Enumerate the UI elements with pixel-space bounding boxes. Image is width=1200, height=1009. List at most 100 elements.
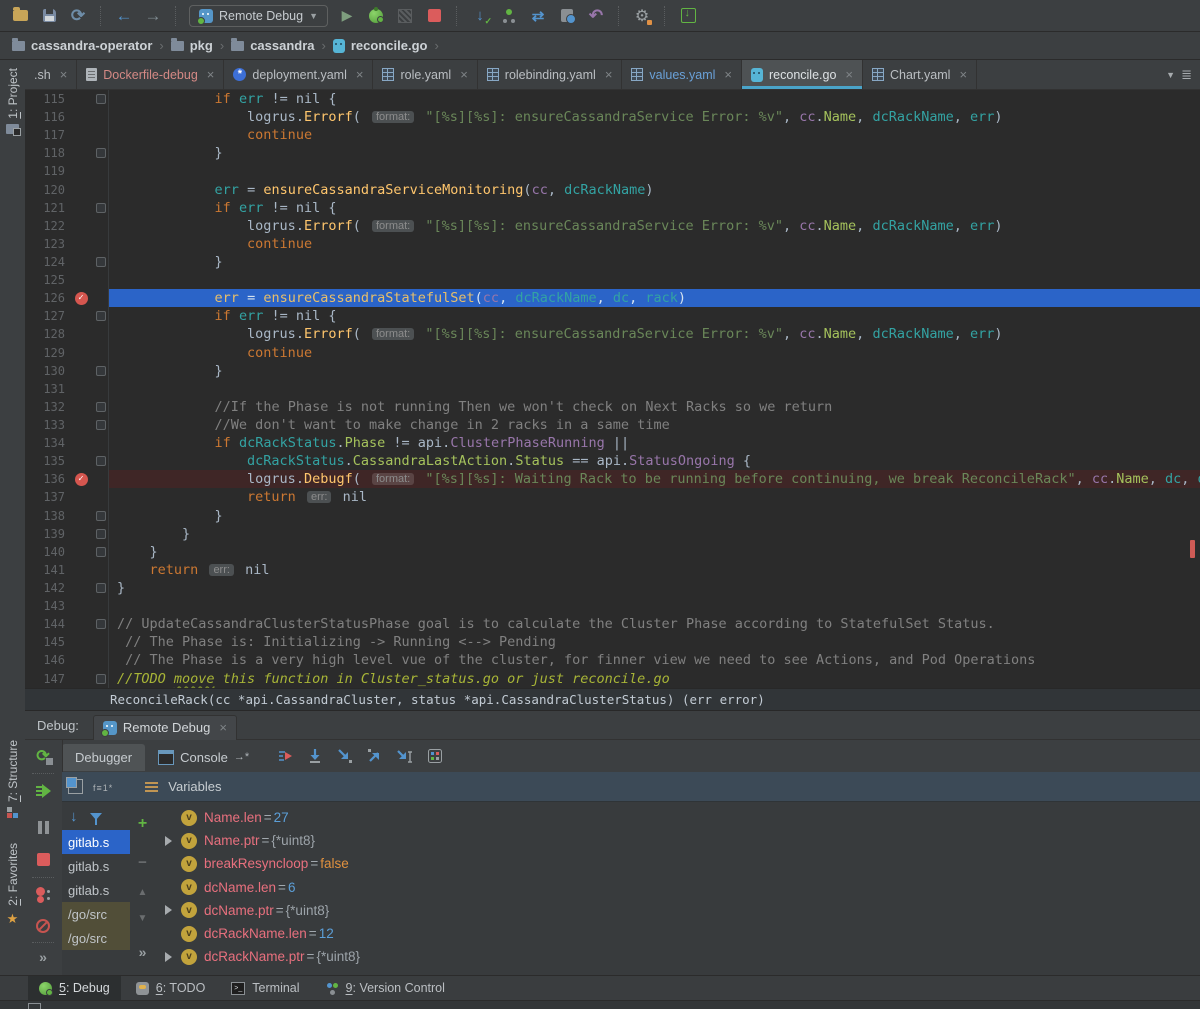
gutter-fold-zone[interactable]: [93, 488, 109, 506]
step-out-icon[interactable]: [366, 747, 384, 765]
step-over-icon[interactable]: [306, 747, 324, 765]
code-line[interactable]: 116 logrus.Errorf( format: "[%s][%s]: en…: [25, 108, 1200, 126]
code-line[interactable]: 140 }: [25, 543, 1200, 561]
fold-marker-icon[interactable]: [96, 203, 106, 213]
close-icon[interactable]: ×: [959, 67, 967, 82]
gutter-fold-zone[interactable]: [93, 615, 109, 633]
debug-session-tab[interactable]: Remote Debug ×: [93, 715, 237, 740]
breadcrumb-item[interactable]: pkg: [171, 38, 213, 53]
gutter-breakpoint-zone[interactable]: [69, 292, 93, 305]
add-watch-icon[interactable]: [130, 814, 155, 834]
gutter-fold-zone[interactable]: [93, 579, 109, 597]
editor-tab-values-yaml[interactable]: values.yaml×: [622, 60, 742, 89]
gutter-fold-zone[interactable]: [93, 597, 109, 615]
gutter-fold-zone[interactable]: [93, 235, 109, 253]
stack-frame[interactable]: /go/src: [62, 902, 130, 926]
back-icon[interactable]: [114, 6, 134, 26]
stripe-button-7-structure[interactable]: 7: Structure: [0, 740, 25, 818]
gutter-fold-zone[interactable]: [93, 126, 109, 144]
fold-marker-icon[interactable]: [96, 311, 106, 321]
forward-icon[interactable]: [143, 6, 163, 26]
code-line[interactable]: 129 continue: [25, 344, 1200, 362]
code-editor[interactable]: 115 if err != nil {116 logrus.Errorf( fo…: [25, 90, 1200, 688]
code-line[interactable]: 131: [25, 380, 1200, 398]
code-line[interactable]: 135 dcRackStatus.CassandraLastAction.Sta…: [25, 452, 1200, 470]
compare-icon[interactable]: [528, 6, 548, 26]
gutter-fold-zone[interactable]: [93, 199, 109, 217]
close-icon[interactable]: ×: [460, 67, 468, 82]
tool-window-switcher-icon[interactable]: [28, 1003, 41, 1009]
editor-tab-reconcile-go[interactable]: reconcile.go×: [742, 60, 863, 89]
open-project-icon[interactable]: [10, 6, 30, 26]
gutter-fold-zone[interactable]: [93, 434, 109, 452]
run-icon[interactable]: [337, 6, 357, 26]
remove-watch-icon[interactable]: [130, 852, 155, 872]
gutter-fold-zone[interactable]: [93, 344, 109, 362]
breadcrumb-item[interactable]: cassandra: [231, 38, 314, 53]
export-icon[interactable]: [678, 6, 698, 26]
thread-dropdown-icon[interactable]: [70, 808, 78, 825]
gutter-fold-zone[interactable]: [93, 325, 109, 343]
code-line[interactable]: 123 continue: [25, 235, 1200, 253]
code-line[interactable]: 121 if err != nil {: [25, 199, 1200, 217]
code-line[interactable]: 127 if err != nil {: [25, 307, 1200, 325]
chevron-down-icon[interactable]: ▼: [1166, 70, 1175, 80]
gutter-fold-zone[interactable]: [93, 543, 109, 561]
gutter-fold-zone[interactable]: [93, 90, 109, 108]
code-line[interactable]: 146 // The Phase is a very high level vu…: [25, 651, 1200, 669]
code-line[interactable]: 141 return err: nil: [25, 561, 1200, 579]
code-line[interactable]: 147//TODO moove this function in Cluster…: [25, 670, 1200, 688]
tool-window-button-6-todo[interactable]: 6: TODO: [125, 976, 217, 1000]
expand-zone[interactable]: [155, 952, 181, 962]
move-up-icon[interactable]: [130, 882, 155, 902]
gutter-fold-zone[interactable]: [93, 307, 109, 325]
gutter-fold-zone[interactable]: [93, 144, 109, 162]
code-line[interactable]: 132 //If the Phase is not running Then w…: [25, 398, 1200, 416]
fold-marker-icon[interactable]: [96, 402, 106, 412]
code-line[interactable]: 115 if err != nil {: [25, 90, 1200, 108]
tool-window-button-terminal[interactable]: Terminal: [220, 976, 310, 1000]
more-actions-icon[interactable]: [130, 942, 155, 962]
gutter-fold-zone[interactable]: [93, 561, 109, 579]
editor-tab--sh[interactable]: .sh×: [25, 60, 77, 89]
code-line[interactable]: 119: [25, 162, 1200, 180]
variable-row[interactable]: dcName.len=6: [155, 876, 1200, 899]
tab-debugger[interactable]: Debugger: [62, 744, 145, 771]
step-into-icon[interactable]: [336, 747, 354, 765]
tool-window-button-5-debug[interactable]: 5: Debug: [28, 976, 121, 1000]
gutter-fold-zone[interactable]: [93, 470, 109, 488]
code-line[interactable]: 124 }: [25, 253, 1200, 271]
coverage-icon[interactable]: [395, 6, 415, 26]
expand-arrow-icon[interactable]: [165, 836, 172, 846]
settings-icon[interactable]: [632, 6, 652, 26]
variable-row[interactable]: Name.len=27: [155, 806, 1200, 829]
more-actions-icon[interactable]: [33, 947, 53, 967]
stop-icon[interactable]: [33, 849, 53, 869]
gutter-fold-zone[interactable]: [93, 452, 109, 470]
code-line[interactable]: 142}: [25, 579, 1200, 597]
fold-marker-icon[interactable]: [96, 583, 106, 593]
code-line[interactable]: 145 // The Phase is: Initializing -> Run…: [25, 633, 1200, 651]
stripe-button-1-project[interactable]: 1: Project: [0, 68, 25, 134]
fold-marker-icon[interactable]: [96, 619, 106, 629]
code-line[interactable]: 118 }: [25, 144, 1200, 162]
variable-row[interactable]: Name.ptr={*uint8}: [155, 829, 1200, 852]
mute-breakpoints-icon[interactable]: [33, 916, 53, 936]
error-stripe-mark[interactable]: [1190, 540, 1195, 558]
fold-marker-icon[interactable]: [96, 547, 106, 557]
view-breakpoints-icon[interactable]: [33, 885, 53, 905]
code-line[interactable]: 138 }: [25, 507, 1200, 525]
menu-icon[interactable]: [145, 782, 158, 792]
tool-window-button-9-version-control[interactable]: 9: Version Control: [315, 976, 456, 1000]
fold-marker-icon[interactable]: [96, 148, 106, 158]
breadcrumb-item[interactable]: cassandra-operator: [12, 38, 152, 53]
rollback-icon[interactable]: [586, 6, 606, 26]
run-to-cursor-icon[interactable]: [396, 747, 414, 765]
commit-icon[interactable]: [499, 6, 519, 26]
editor-tab-rolebinding-yaml[interactable]: rolebinding.yaml×: [478, 60, 623, 89]
gutter-fold-zone[interactable]: [93, 217, 109, 235]
close-icon[interactable]: ×: [605, 67, 613, 82]
code-line[interactable]: 122 logrus.Errorf( format: "[%s][%s]: en…: [25, 217, 1200, 235]
close-icon[interactable]: ×: [845, 67, 853, 82]
editor-tab-deployment-yaml[interactable]: deployment.yaml×: [224, 60, 373, 89]
